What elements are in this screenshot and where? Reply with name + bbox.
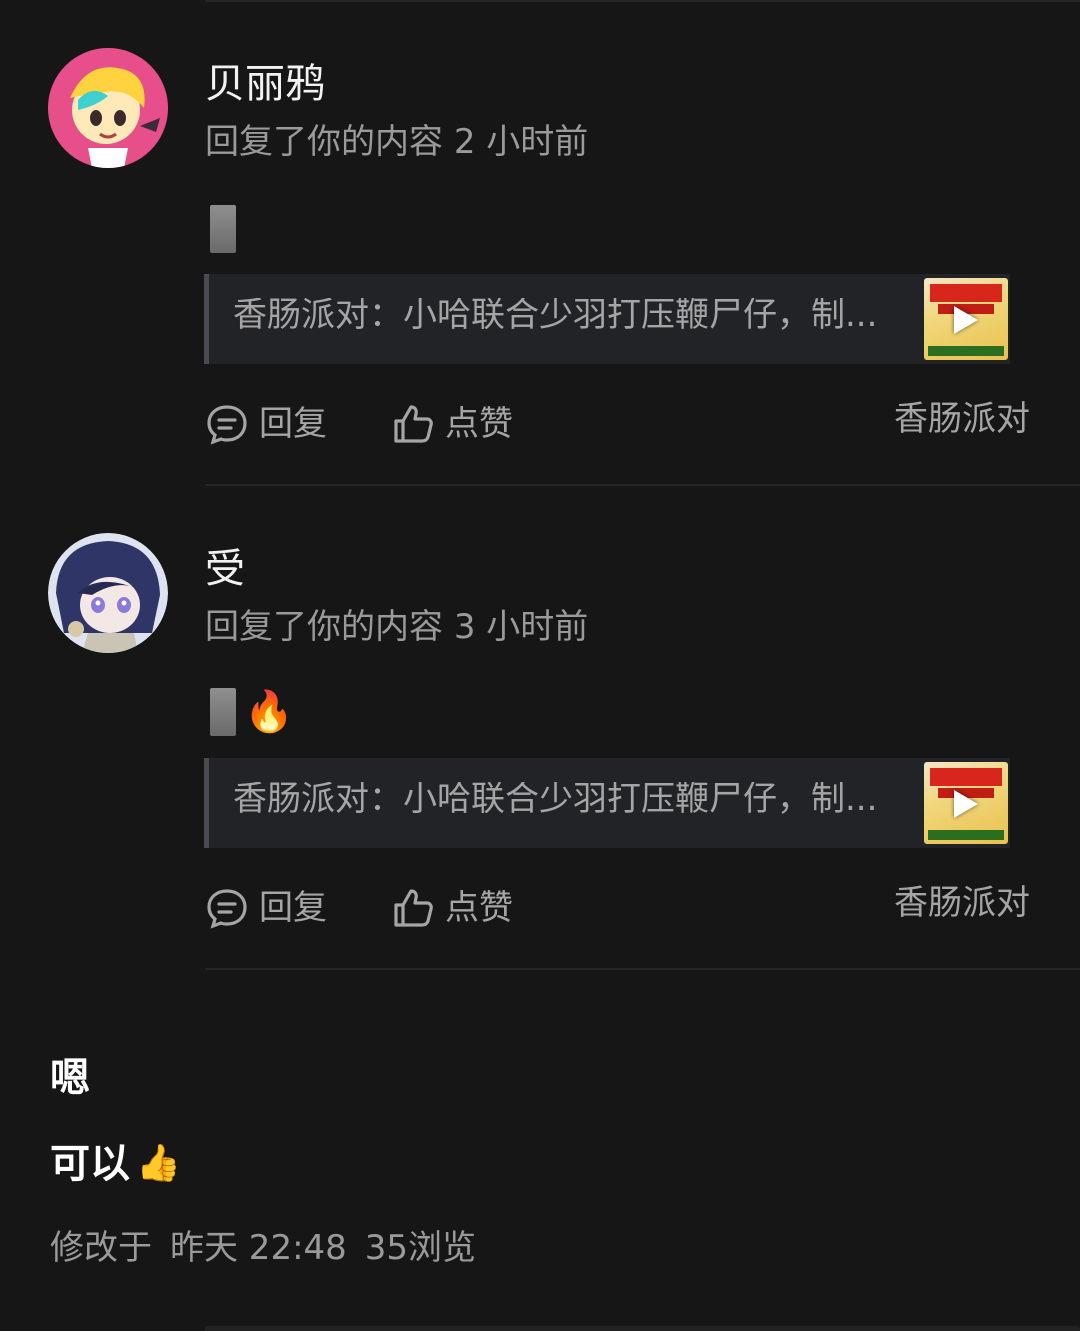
post-text-line: 可以 👍 [50,1144,181,1184]
topic-label: 香肠派对 [894,399,1030,439]
avatar[interactable] [48,533,168,653]
fire-emoji: 🔥 [244,689,294,735]
notification-meta: 回复了你的内容 2 小时前 [205,125,588,159]
post-meta: 修改于 昨天 22:48 35浏览 [50,1231,476,1265]
topic-label: 香肠派对 [894,883,1030,923]
comment-icon [205,886,249,930]
post-line-1: 嗯 [50,1055,90,1101]
reply-button[interactable]: 回复 [205,886,327,930]
reply-content [210,205,236,253]
notification-meta: 回复了你的内容 3 小时前 [205,610,588,644]
action-bar: 回复 点赞 香肠派对 [205,402,1030,446]
play-icon [954,306,978,334]
notification-divider [205,968,1080,970]
avatar-illustration [48,533,168,653]
thumbs-up-icon [391,402,435,446]
post-line-2: 可以 [50,1141,130,1187]
top-divider [205,0,1080,2]
reply-button[interactable]: 回复 [205,402,327,446]
thumbnail-caption-bar [928,346,1004,356]
action-bar: 回复 点赞 香肠派对 [205,886,1030,930]
time-ago: 2 小时前 [453,122,589,162]
modified-time: 昨天 22:48 [170,1228,347,1268]
like-button[interactable]: 点赞 [391,402,513,446]
reply-content: 🔥 [210,688,294,736]
play-icon [954,790,978,818]
comment-icon [205,402,249,446]
reply-label: 回复 [259,404,327,444]
redacted-text [210,205,236,253]
topic-link[interactable]: 香肠派对 [894,402,1030,436]
avatar-illustration [48,48,168,168]
video-thumbnail[interactable] [924,762,1008,844]
like-button[interactable]: 点赞 [391,886,513,930]
quoted-content-card[interactable]: 香肠派对：小哈联合少羽打压鞭尸仔，制... [204,274,1010,364]
notification-divider [205,484,1080,486]
thumbnail-banner [930,284,1002,302]
thumbs-up-emoji: 👍 [136,1143,181,1184]
avatar[interactable] [48,48,168,168]
modified-label: 修改于 [50,1228,152,1268]
thumbnail-banner [930,768,1002,786]
topic-link[interactable]: 香肠派对 [894,886,1030,920]
quoted-text: 香肠派对：小哈联合少羽打压鞭尸仔，制... [233,782,878,816]
user-name[interactable]: 贝丽鸦 [205,64,325,104]
quoted-content-card[interactable]: 香肠派对：小哈联合少羽打压鞭尸仔，制... [204,758,1010,848]
like-label: 点赞 [445,888,513,928]
user-name[interactable]: 受 [205,549,245,589]
reply-label: 回复 [259,888,327,928]
thumbnail-caption-bar [928,830,1004,840]
quoted-text: 香肠派对：小哈联合少羽打压鞭尸仔，制... [233,298,878,332]
thumbs-up-icon [391,886,435,930]
redacted-text [210,688,236,736]
action-text: 回复了你的内容 [205,607,443,647]
video-thumbnail[interactable] [924,278,1008,360]
like-label: 点赞 [445,404,513,444]
bottom-sheet-edge [205,1326,1080,1331]
post-text-line: 嗯 [50,1058,90,1098]
action-text: 回复了你的内容 [205,122,443,162]
time-ago: 3 小时前 [453,607,589,647]
view-count: 35浏览 [364,1228,477,1268]
